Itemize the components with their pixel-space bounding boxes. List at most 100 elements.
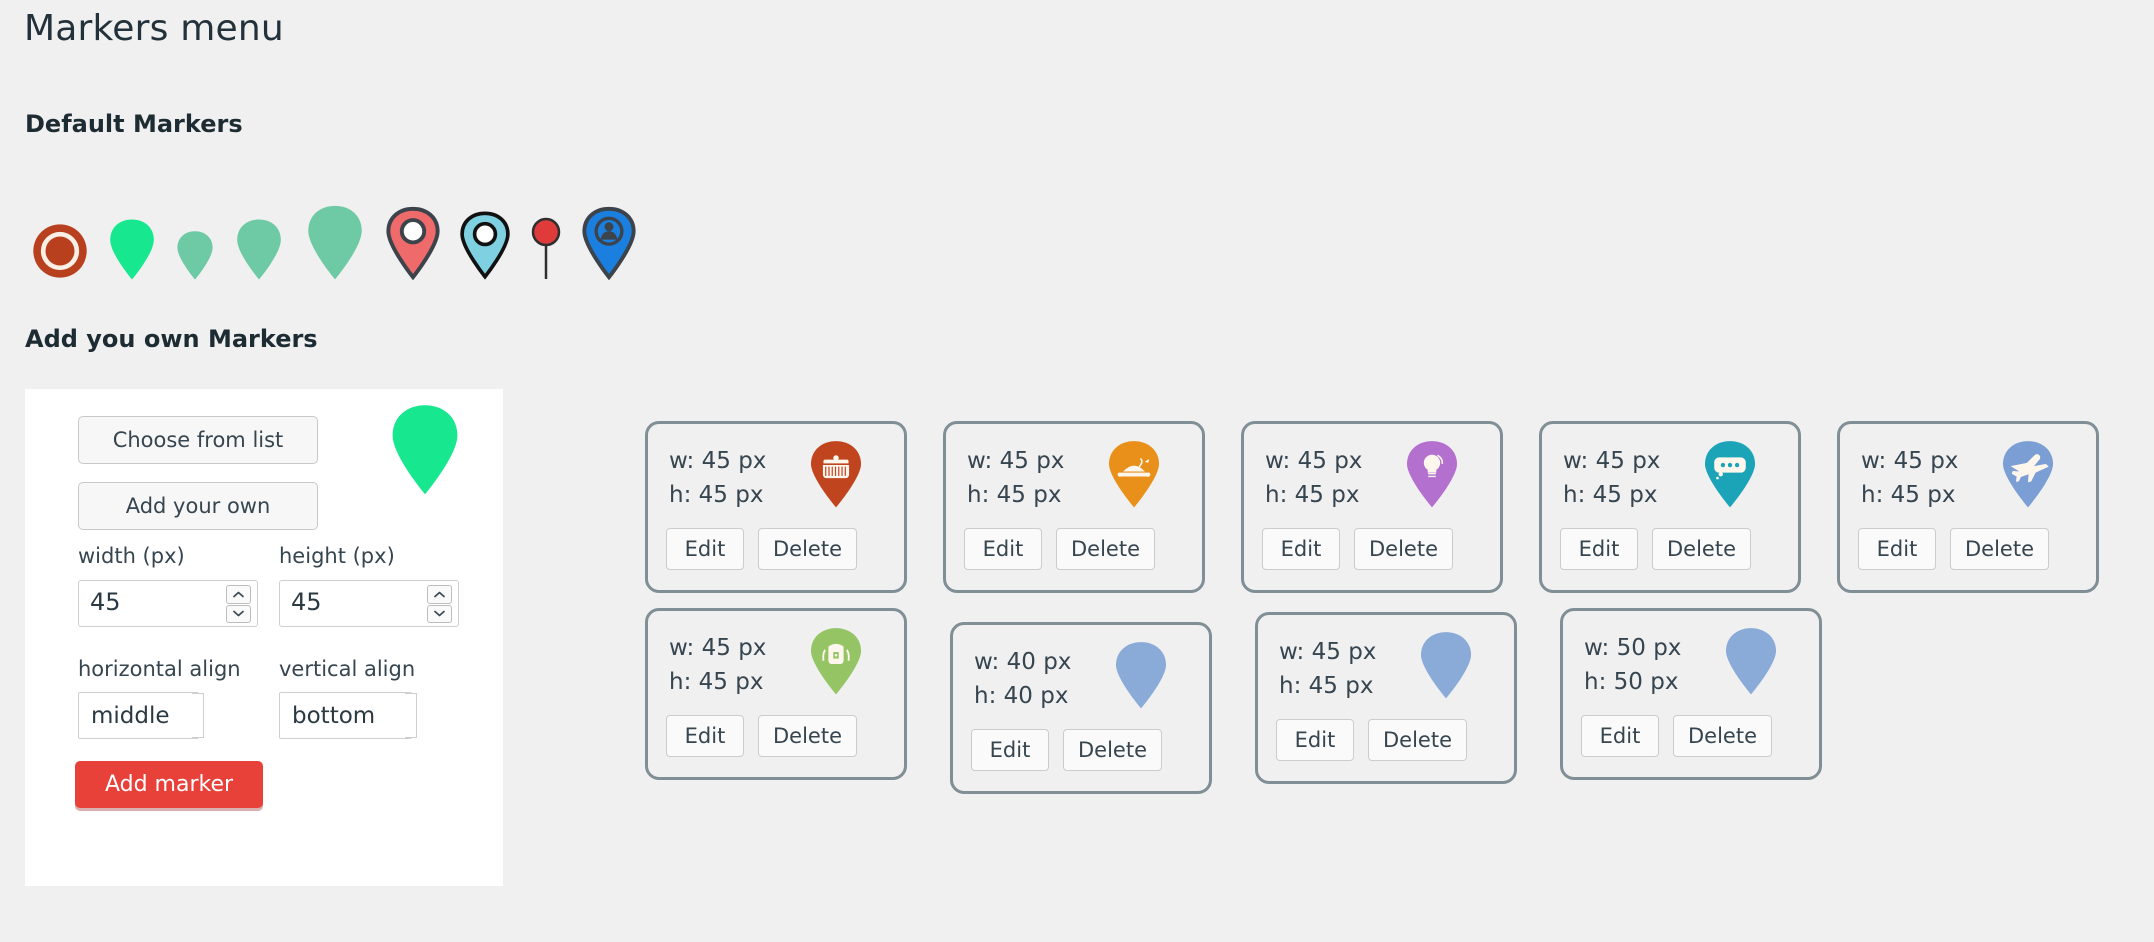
marker-width-text: w: 45 px (1861, 448, 1959, 474)
marker-card-food: w: 45 px h: 45 px Edit Delete (943, 421, 1205, 593)
chevron-down-icon (405, 693, 417, 738)
width-input-value: 45 (90, 588, 121, 616)
delete-button[interactable]: Delete (1354, 528, 1453, 570)
red-outlined-pin-marker-glyph (386, 206, 440, 281)
backpack-icon (810, 628, 862, 695)
marker-card-slot: w: 45 px h: 45 px Edit Delete (1241, 421, 1539, 593)
marker-card-plain-blue-45: w: 45 px h: 45 px Edit Delete (1255, 612, 1517, 784)
edit-button[interactable]: Edit (971, 729, 1049, 771)
edit-button[interactable]: Edit (1858, 528, 1936, 570)
marker-card-chat: w: 45 px h: 45 px Edit Delete (1539, 421, 1801, 593)
small-teal-teardrop-marker[interactable] (166, 170, 224, 280)
lightbulb-icon (1406, 441, 1458, 508)
marker-card-slot: w: 45 px h: 45 px Edit Delete (1255, 608, 1560, 794)
marker-card-backpack: w: 45 px h: 45 px Edit Delete (645, 608, 907, 780)
add-own-markers-heading: Add you own Markers (25, 325, 318, 353)
height-stepper-up[interactable] (427, 585, 452, 604)
marker-dimensions: w: 45 px h: 45 px (967, 444, 1064, 512)
marker-cards-area: w: 45 px h: 45 px Edit Delete w: 45 px h: 45 … (645, 421, 2135, 794)
edit-button[interactable]: Edit (1560, 528, 1638, 570)
marker-card-actions: Edit Delete (666, 528, 857, 570)
edit-button[interactable]: Edit (1262, 528, 1340, 570)
edit-button[interactable]: Edit (666, 528, 744, 570)
marker-card-lightbulb: w: 45 px h: 45 px Edit Delete (1241, 421, 1503, 593)
small-teal-teardrop-marker-glyph (177, 231, 213, 280)
marker-dimensions: w: 45 px h: 45 px (1265, 444, 1362, 512)
marker-card-actions: Edit Delete (1581, 715, 1772, 757)
marker-height-text: h: 45 px (1279, 673, 1374, 699)
marker-card-plain-blue-40: w: 40 px h: 40 px Edit Delete (950, 622, 1212, 794)
colosseum-icon (810, 441, 862, 508)
marker-dimensions: w: 45 px h: 45 px (1279, 635, 1376, 703)
vertical-align-value: bottom (292, 702, 376, 729)
green-teardrop-marker[interactable] (98, 170, 166, 280)
marker-preview (806, 440, 866, 510)
marker-height-text: h: 45 px (669, 669, 764, 695)
height-input[interactable]: 45 (279, 580, 459, 627)
red-needle-pin-marker-glyph (531, 217, 561, 279)
delete-button[interactable]: Delete (1368, 719, 1467, 761)
edit-button[interactable]: Edit (1276, 719, 1354, 761)
marker-preview (1721, 627, 1781, 697)
marker-preview (1402, 440, 1462, 510)
width-stepper[interactable] (226, 585, 251, 623)
choose-from-list-button[interactable]: Choose from list (78, 416, 318, 464)
blue-outlined-pin-marker[interactable] (450, 170, 520, 280)
plain-teardrop-icon (1420, 632, 1472, 699)
green-teardrop-marker-glyph (110, 219, 154, 280)
medium-teal-teardrop-marker-glyph (237, 219, 281, 280)
marker-dimensions: w: 45 px h: 45 px (1563, 444, 1660, 512)
marker-preview (1700, 440, 1760, 510)
edit-button[interactable]: Edit (666, 715, 744, 757)
marker-width-text: w: 50 px (1584, 635, 1682, 661)
add-your-own-button[interactable]: Add your own (78, 482, 318, 530)
marker-card-slot: w: 45 px h: 45 px Edit Delete (943, 421, 1241, 593)
marker-preview (1998, 440, 2058, 510)
horizontal-align-select[interactable]: middle (78, 692, 204, 739)
marker-width-text: w: 45 px (1563, 448, 1661, 474)
marker-width-text: w: 45 px (669, 448, 767, 474)
marker-width-text: w: 45 px (669, 635, 767, 661)
roast-dinner-icon (1108, 441, 1160, 508)
marker-card-row: w: 45 px h: 45 px Edit Delete w: 45 px h: 45 … (645, 421, 2135, 593)
marker-dimensions: w: 45 px h: 45 px (669, 631, 766, 699)
red-needle-pin-marker[interactable] (520, 170, 572, 280)
target-circle-marker[interactable] (22, 170, 98, 280)
edit-button[interactable]: Edit (1581, 715, 1659, 757)
width-stepper-up[interactable] (226, 585, 251, 604)
delete-button[interactable]: Delete (1063, 729, 1162, 771)
marker-width-text: w: 40 px (974, 649, 1072, 675)
edit-button[interactable]: Edit (964, 528, 1042, 570)
width-input[interactable]: 45 (78, 580, 258, 627)
delete-button[interactable]: Delete (1673, 715, 1772, 757)
plain-teardrop-icon (1115, 642, 1167, 709)
large-teal-teardrop-marker[interactable] (294, 170, 376, 280)
delete-button[interactable]: Delete (1056, 528, 1155, 570)
delete-button[interactable]: Delete (758, 528, 857, 570)
delete-button[interactable]: Delete (758, 715, 857, 757)
add-marker-button[interactable]: Add marker (75, 761, 263, 808)
horizontal-align-value: middle (91, 702, 170, 729)
marker-card-slot: w: 45 px h: 45 px Edit Delete (1837, 421, 2135, 593)
height-stepper[interactable] (427, 585, 452, 623)
preview-marker-glyph (392, 405, 458, 495)
marker-card-row: w: 45 px h: 45 px Edit Delete w: 40 px h: 40 … (645, 608, 2135, 794)
marker-card-slot: w: 50 px h: 50 px Edit Delete (1560, 608, 1865, 794)
delete-button[interactable]: Delete (1652, 528, 1751, 570)
width-stepper-down[interactable] (226, 604, 251, 623)
marker-card-actions: Edit Delete (666, 715, 857, 757)
marker-preview (806, 627, 866, 697)
blue-person-pin-marker[interactable] (572, 170, 646, 281)
delete-button[interactable]: Delete (1950, 528, 2049, 570)
marker-card-slot: w: 40 px h: 40 px Edit Delete (950, 608, 1255, 794)
height-stepper-down[interactable] (427, 604, 452, 623)
red-outlined-pin-marker[interactable] (376, 170, 450, 281)
marker-card-actions: Edit Delete (1262, 528, 1453, 570)
default-markers-list (22, 170, 646, 281)
marker-card-actions: Edit Delete (964, 528, 1155, 570)
marker-dimensions: w: 50 px h: 50 px (1584, 631, 1681, 699)
marker-dimensions: w: 40 px h: 40 px (974, 645, 1071, 713)
medium-teal-teardrop-marker[interactable] (224, 170, 294, 280)
vertical-align-select[interactable]: bottom (279, 692, 417, 739)
width-label: width (px) (78, 544, 185, 568)
